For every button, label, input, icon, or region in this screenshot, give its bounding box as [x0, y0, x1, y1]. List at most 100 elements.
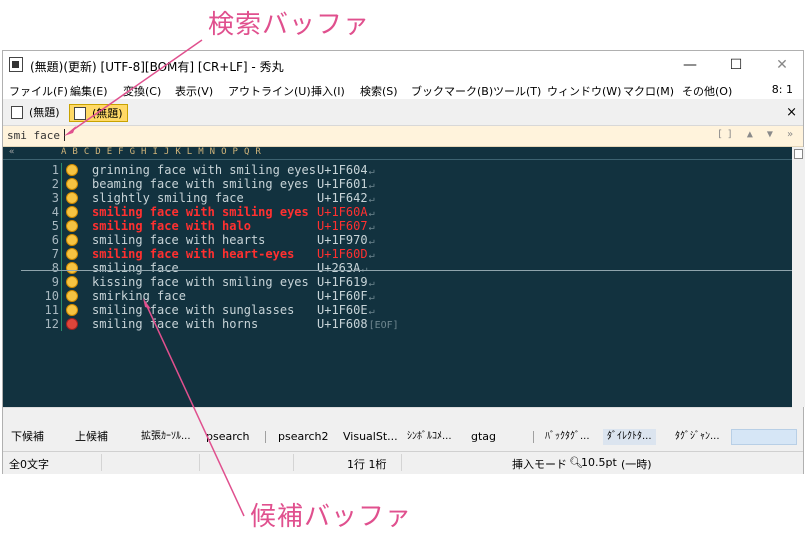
candidate-line[interactable]: 6 smiling face with hearts U+1F970↵	[3, 233, 792, 247]
status-char-count: 全0文字	[9, 458, 49, 471]
emoji-face-icon	[66, 178, 78, 190]
line-end-marker: ↵	[368, 180, 375, 191]
line-number: 6	[51, 233, 59, 247]
tab-bar: (無題) (無題) ×	[3, 101, 803, 126]
menu-bookmark[interactable]: ブックマーク(B)	[411, 83, 493, 99]
codepoint-text: U+1F642	[317, 191, 368, 205]
emoji-face-icon	[66, 262, 78, 274]
ruler-scroll-left[interactable]: «	[9, 147, 14, 157]
line-gutter-bar	[61, 205, 62, 219]
line-end-marker: ↵	[368, 306, 375, 317]
status-input-mode[interactable]: 挿入モード	[512, 456, 567, 472]
line-gutter-bar	[61, 163, 62, 177]
line-gutter-bar	[61, 303, 62, 317]
candidate-line[interactable]: 5 smiling face with halo U+1F607↵	[3, 219, 792, 233]
status-divider	[293, 454, 294, 471]
search-controls[interactable]: [] ▲ ▼ »	[717, 129, 797, 140]
column-ruler: « A B C D E F G H I J K L M N O P Q R	[3, 147, 792, 160]
menu-edit[interactable]: 編集(E)	[70, 83, 108, 99]
emoji-name: smiling face with hearts	[92, 233, 266, 247]
tab-close-icon[interactable]: ×	[786, 105, 797, 120]
maximize-button[interactable]: ☐	[713, 51, 759, 79]
vertical-scrollbar[interactable]	[792, 147, 805, 407]
candidate-line[interactable]: 12 smiling face with horns U+1F608[EOF]	[3, 317, 792, 331]
emoji-name: smiling face	[92, 261, 179, 275]
horizontal-scrollbar[interactable]	[3, 407, 792, 422]
fkey-gtag[interactable]: gtag	[471, 429, 496, 445]
emoji-name: smiling face with sunglasses	[92, 303, 295, 317]
fkey-prev-candidate[interactable]: 上候補	[75, 429, 108, 445]
menu-view[interactable]: 表示(V)	[175, 83, 213, 99]
tab-label: (無題)	[29, 106, 60, 119]
status-zoom[interactable]: 10.5pt	[581, 456, 617, 469]
emoji-codepoint: U+1F608[EOF]	[317, 317, 399, 333]
emoji-name: slightly smiling face	[92, 191, 244, 205]
line-gutter-bar	[61, 219, 62, 233]
search-buffer-callout: 検索バッファ	[208, 10, 371, 40]
emoji-face-icon	[66, 290, 78, 302]
candidate-line[interactable]: 11 smiling face with sunglasses U+1F60E↵	[3, 303, 792, 317]
line-number: 2	[51, 177, 59, 191]
menu-other[interactable]: その他(O)	[682, 83, 732, 99]
candidate-line[interactable]: 1 grinning face with smiling eyes U+1F604↵	[3, 163, 792, 177]
status-bar: 全0文字 1行 1桁 挿入モード 🔍︎ 10.5pt (一時)	[3, 451, 803, 474]
candidate-line[interactable]: 9 kissing face with smiling eyes U+1F619↵	[3, 275, 792, 289]
function-key-bar: 下候補 上候補 拡張ｶｰｿﾙ... psearch psearch2 Visua…	[3, 425, 803, 449]
candidate-buffer-editor[interactable]: « A B C D E F G H I J K L M N O P Q R 1 g…	[3, 147, 792, 407]
document-icon	[11, 106, 23, 119]
emoji-face-icon	[66, 304, 78, 316]
line-end-marker: ↵	[368, 222, 375, 233]
tab-untitled-2[interactable]: (無題)	[69, 104, 128, 122]
candidate-line[interactable]: 2 beaming face with smiling eyes U+1F601↵	[3, 177, 792, 191]
emoji-face-icon	[66, 234, 78, 246]
codepoint-text: U+1F619	[317, 275, 368, 289]
line-number: 3	[51, 191, 59, 205]
fkey-symbol-comment[interactable]: ｼﾝﾎﾞﾙｺﾒ...	[407, 429, 452, 445]
fkey-blank[interactable]	[731, 429, 797, 445]
menu-window[interactable]: ウィンドウ(W)	[547, 83, 621, 99]
candidate-buffer-callout: 候補バッファ	[250, 502, 413, 532]
tab-untitled-1[interactable]: (無題)	[7, 104, 64, 122]
menu-tools[interactable]: ツール(T)	[493, 83, 541, 99]
fkey-tag-jump[interactable]: ﾀｸﾞｼﾞｬﾝ...	[675, 429, 720, 445]
codepoint-text: U+1F607	[317, 219, 368, 233]
menu-convert[interactable]: 変換(C)	[123, 83, 161, 99]
fkey-psearch[interactable]: psearch	[206, 429, 250, 445]
menu-outline[interactable]: アウトライン(U)	[228, 83, 311, 99]
fkey-psearch2[interactable]: psearch2	[278, 429, 329, 445]
fkey-next-candidate[interactable]: 下候補	[11, 429, 44, 445]
candidate-line[interactable]: 3 slightly smiling face U+1F642↵	[3, 191, 792, 205]
menu-insert[interactable]: 挿入(I)	[311, 83, 345, 99]
codepoint-text: U+1F60F	[317, 289, 368, 303]
line-end-marker: ↵	[368, 194, 375, 205]
line-gutter-bar	[61, 275, 62, 289]
emoji-face-icon	[66, 276, 78, 288]
fkey-visualstudio[interactable]: VisualSt...	[343, 429, 398, 445]
codepoint-text: U+1F604	[317, 163, 368, 177]
candidate-line[interactable]: 10 smirking face U+1F60F↵	[3, 289, 792, 303]
fkey-direct-tag[interactable]: ﾀﾞｲﾚｸﾄﾀ...	[603, 429, 656, 445]
search-input[interactable]: smi face	[7, 129, 65, 142]
candidate-line[interactable]: 4 smiling face with smiling eyes U+1F60A↵	[3, 205, 792, 219]
close-button[interactable]: ✕	[759, 51, 805, 79]
line-number: 1	[51, 163, 59, 177]
line-gutter-bar	[61, 191, 62, 205]
menu-file[interactable]: ファイル(F)	[9, 83, 68, 99]
scrollbar-thumb[interactable]	[794, 149, 803, 159]
candidate-line[interactable]: 7 smiling face with heart-eyes U+1F60D↵	[3, 247, 792, 261]
line-end-marker: ↵	[368, 208, 375, 219]
line-gutter-bar	[61, 177, 62, 191]
fkey-separator	[265, 431, 266, 443]
candidate-line[interactable]: 8smiling faceU+263A↵	[3, 261, 792, 275]
fkey-ext-cursor[interactable]: 拡張ｶｰｿﾙ...	[141, 429, 191, 445]
codepoint-text: U+1F60D	[317, 247, 368, 261]
line-gutter-bar	[61, 247, 62, 261]
line-number: 9	[51, 275, 59, 289]
line-number: 10	[44, 289, 59, 303]
candidate-lines: 1 grinning face with smiling eyes U+1F604↵…	[3, 163, 792, 331]
minimize-button[interactable]: —	[667, 51, 713, 79]
menu-search[interactable]: 検索(S)	[360, 83, 398, 99]
emoji-name: grinning face with smiling eyes	[92, 163, 316, 177]
menu-macro[interactable]: マクロ(M)	[623, 83, 674, 99]
fkey-back-tag[interactable]: ﾊﾞｯｸﾀｸﾞ...	[545, 429, 590, 445]
